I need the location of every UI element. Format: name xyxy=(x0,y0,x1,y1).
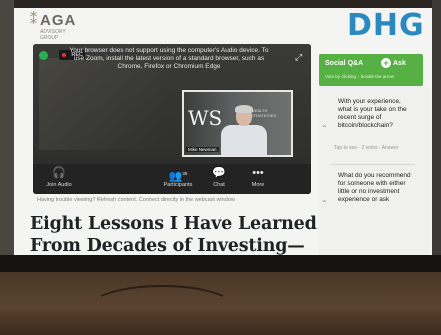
shared-screen-content xyxy=(39,58,165,150)
more-label: More xyxy=(251,182,265,188)
chat-button[interactable]: 💬 Chat xyxy=(199,167,239,188)
aga-logo-text: AGA xyxy=(40,12,77,29)
speaker-name-label: Mike Newman xyxy=(186,147,219,152)
ask-button[interactable]: + Ask xyxy=(381,58,406,69)
vote-instructions: Vote by clicking ↑ beside the arrow xyxy=(325,74,395,79)
join-audio-label: Join Audio xyxy=(46,182,72,188)
question-meta[interactable]: Tap to see · 2 votes · Answer xyxy=(334,145,414,151)
speaker-hair xyxy=(235,105,253,113)
shield-icon[interactable] xyxy=(39,51,48,60)
record-dot-icon xyxy=(62,53,66,57)
speaker-body xyxy=(221,125,267,155)
question-list: ⌃ With your experience, what is your tak… xyxy=(319,86,429,260)
fullscreen-icon[interactable]: ⤢ xyxy=(295,53,304,62)
aga-logo[interactable]: ⁑ AGA ADVISORY GROUP xyxy=(30,12,80,41)
question-text: With your experience, what is your take … xyxy=(338,98,407,129)
player-caption: Having trouble viewing? Refresh content.… xyxy=(37,197,235,203)
ask-label: Ask xyxy=(393,59,406,67)
chat-label: Chat xyxy=(213,182,225,188)
zoom-player: REC Your browser does not support using … xyxy=(33,44,311,194)
headphones-icon: 🎧 xyxy=(52,167,66,179)
question-text: What do you recommend for someone with e… xyxy=(338,172,411,203)
more-icon: ••• xyxy=(252,167,264,179)
desk-cable xyxy=(90,285,234,329)
participants-button[interactable]: 👥35 Participants xyxy=(158,167,198,188)
speaker-person xyxy=(221,105,267,155)
upvote-icon[interactable]: ⌃ xyxy=(321,199,328,208)
aga-logo-subtitle: ADVISORY GROUP xyxy=(40,29,66,41)
webpage-screen: ⁑ AGA ADVISORY GROUP DHG REC Your browse… xyxy=(14,8,432,260)
upvote-icon[interactable]: ⌃ xyxy=(321,124,328,133)
more-button[interactable]: ••• More xyxy=(238,167,278,188)
participants-icon: 👥35 xyxy=(168,170,188,183)
player-toolbar: 🎧 Join Audio 👥35 Participants 💬 Chat •••… xyxy=(33,164,311,194)
dhg-logo[interactable]: DHG xyxy=(347,8,425,43)
social-qa-panel: Social Q&A + Ask Vote by clicking ↑ besid… xyxy=(319,54,429,260)
social-qa-header: Social Q&A + Ask Vote by clicking ↑ besid… xyxy=(319,54,423,86)
question-divider xyxy=(331,164,415,165)
chat-icon: 💬 xyxy=(212,167,226,179)
player-video-area: REC Your browser does not support using … xyxy=(33,44,311,164)
monitor-bezel-right xyxy=(432,0,441,265)
speaker-background-logo: WS xyxy=(188,106,223,130)
monitor-bezel-left xyxy=(0,0,14,265)
article-title: Eight Lessons I Have Learned From Decade… xyxy=(30,214,317,256)
aga-mark-icon: ⁑ xyxy=(30,12,37,28)
social-qa-title: Social Q&A xyxy=(325,60,364,67)
join-audio-button[interactable]: 🎧 Join Audio xyxy=(39,167,79,188)
speaker-video[interactable]: WS WEALTH STRATEGIES Mike Newman xyxy=(182,90,293,157)
participants-label: Participants xyxy=(163,182,193,188)
browser-support-message: Your browser does not support using the … xyxy=(69,47,269,70)
participants-count: 35 xyxy=(182,171,188,176)
plus-icon: + xyxy=(381,58,391,68)
